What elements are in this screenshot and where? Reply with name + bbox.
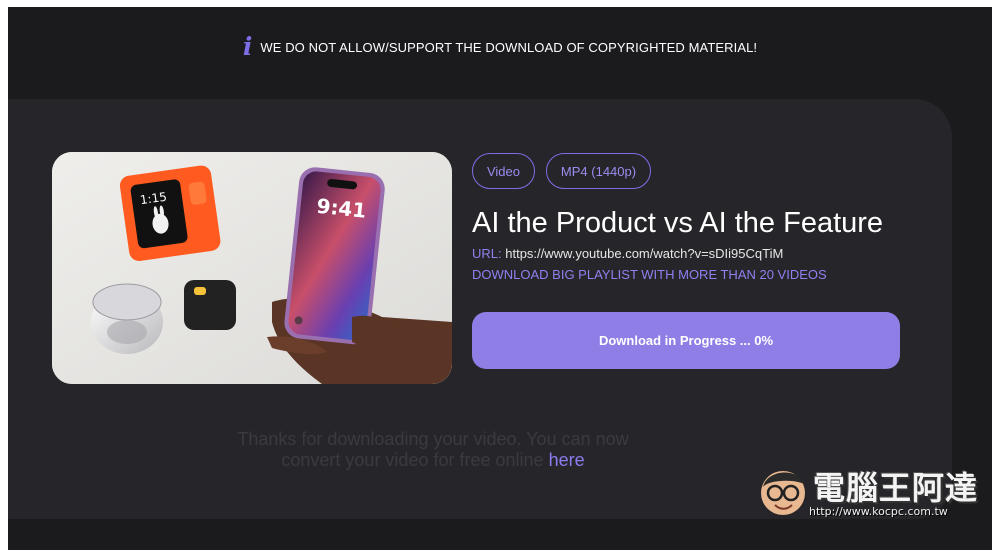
- video-url[interactable]: https://www.youtube.com/watch?v=sDIi95Cq…: [505, 246, 783, 261]
- url-label: URL:: [472, 246, 502, 261]
- copyright-notice-text: WE DO NOT ALLOW/SUPPORT THE DOWNLOAD OF …: [260, 39, 758, 55]
- mascot-icon: [761, 471, 805, 515]
- app-frame: i WE DO NOT ALLOW/SUPPORT THE DOWNLOAD O…: [8, 7, 992, 550]
- info-icon: i: [242, 32, 253, 61]
- convert-here-link[interactable]: here: [549, 450, 585, 470]
- earbuds-case: [91, 283, 163, 354]
- thumbnail-image: 1:15 9:41: [52, 152, 452, 384]
- ai-pin: [184, 280, 236, 330]
- tag-video[interactable]: Video: [472, 153, 535, 189]
- video-card: 1:15 9:41 Video MP4 (1440p) AI the Produ…: [8, 99, 977, 519]
- thanks-message: Thanks for downloading your video. You c…: [218, 429, 648, 471]
- download-progress-button[interactable]: Download in Progress ... 0%: [472, 312, 900, 369]
- copyright-notice: i WE DO NOT ALLOW/SUPPORT THE DOWNLOAD O…: [8, 32, 992, 61]
- rabbit-device: 1:15: [119, 165, 221, 261]
- tag-format[interactable]: MP4 (1440p): [546, 153, 651, 189]
- watermark-url: http://www.kocpc.com.tw: [809, 505, 948, 518]
- video-thumbnail[interactable]: 1:15 9:41: [52, 152, 452, 384]
- video-title: AI the Product vs AI the Feature: [472, 207, 884, 239]
- watermark-title: 電腦王阿達: [813, 469, 979, 507]
- playlist-download-link[interactable]: DOWNLOAD BIG PLAYLIST WITH MORE THAN 20 …: [472, 267, 827, 282]
- watermark: 電腦王阿達 http://www.kocpc.com.tw: [755, 463, 985, 523]
- video-url-line: URL: https://www.youtube.com/watch?v=sDI…: [472, 246, 783, 261]
